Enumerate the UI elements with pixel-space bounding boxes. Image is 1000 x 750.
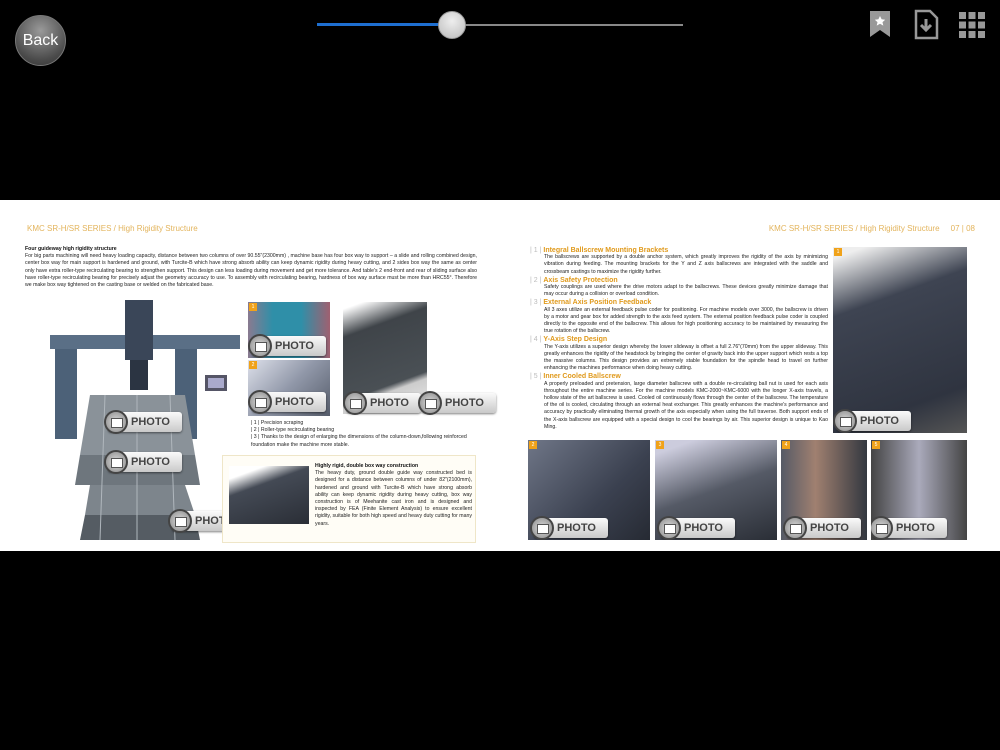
photo-icon bbox=[530, 516, 554, 540]
photo-button[interactable]: PHOTO bbox=[871, 516, 947, 540]
callout-body: The heavy duty, ground double guide way … bbox=[315, 470, 472, 527]
photo-icon bbox=[168, 509, 192, 533]
box-way-callout: Highly rigid, double box way constructio… bbox=[222, 455, 476, 543]
photo-icon bbox=[657, 516, 681, 540]
photo-position-feedback: 3 PHOTO bbox=[655, 440, 777, 540]
photo-roller-bearing: 2 PHOTO bbox=[248, 360, 330, 416]
photo-icon bbox=[343, 391, 367, 415]
photo-y-axis-step: 4 PHOTO bbox=[781, 440, 867, 540]
photo-icon bbox=[783, 516, 807, 540]
section-title: | 2 | Axis Safety Protection bbox=[530, 276, 618, 284]
photo-icon bbox=[248, 390, 272, 414]
section-title: | 1 | Integral Ballscrew Mounting Bracke… bbox=[530, 247, 669, 254]
photo-ballscrew-bracket: 1 PHOTO bbox=[833, 247, 967, 433]
photo-axis-safety: 2 PHOTO bbox=[528, 440, 650, 540]
left-intro: Four guideway high rigidity structure Fo… bbox=[25, 246, 477, 289]
back-button[interactable]: Back bbox=[15, 15, 66, 66]
photo-precision-scraping: 1 PHOTO bbox=[248, 302, 330, 358]
photo-button[interactable]: PHOTO bbox=[783, 516, 861, 540]
document-spread: KMC SR-H/SR SERIES / High Rigidity Struc… bbox=[0, 200, 1000, 551]
section-title: | 3 | External Axis Position Feedback bbox=[530, 299, 652, 307]
photo-icon bbox=[833, 409, 857, 433]
photo-icon bbox=[248, 334, 272, 358]
photo-icon bbox=[104, 450, 128, 474]
section-title: | 4 | Y-Axis Step Design bbox=[530, 336, 608, 344]
photo-button[interactable]: PHOTO bbox=[343, 391, 421, 415]
intro-paragraph: For big parts machining will need heavy … bbox=[25, 253, 477, 289]
photo-button[interactable]: PHOTO bbox=[418, 391, 496, 415]
left-page-header: KMC SR-H/SR SERIES / High Rigidity Struc… bbox=[27, 224, 198, 233]
photo-button[interactable]: PHOTO bbox=[104, 410, 182, 434]
photo-icon bbox=[418, 391, 442, 415]
feature-list: | 1 | Precision scraping | 2 | Roller-ty… bbox=[251, 420, 476, 449]
photo-box-way bbox=[229, 466, 309, 524]
bookmark-star-icon[interactable] bbox=[865, 8, 895, 40]
callout-title: Highly rigid, double box way constructio… bbox=[315, 463, 419, 469]
photo-icon bbox=[104, 410, 128, 434]
right-sections: | 1 | Integral Ballscrew Mounting Bracke… bbox=[530, 247, 828, 430]
section-heading: Four guideway high rigidity structure bbox=[25, 246, 117, 252]
photo-button[interactable]: PHOTO bbox=[104, 450, 182, 474]
photo-button[interactable]: PHOTO bbox=[657, 516, 735, 540]
photo-button[interactable]: PHOTO bbox=[530, 516, 608, 540]
page-slider-handle[interactable] bbox=[438, 11, 467, 39]
download-document-icon[interactable] bbox=[911, 8, 941, 40]
page-slider-fill bbox=[317, 23, 453, 26]
photo-button[interactable]: PHOTO bbox=[248, 334, 326, 358]
list-item: | 3 | Thanks to the design of enlarging … bbox=[251, 434, 467, 448]
grid-view-icon[interactable] bbox=[957, 8, 987, 40]
page-numbers: 07 | 08 bbox=[950, 224, 975, 233]
section-title: | 5 | Inner Cooled Ballscrew bbox=[530, 373, 621, 381]
right-page-header: KMC SR-H/SR SERIES / High Rigidity Struc… bbox=[768, 224, 975, 233]
list-item: | 1 | Precision scraping bbox=[251, 420, 304, 426]
photo-button[interactable]: PHOTO bbox=[248, 390, 326, 414]
list-item: | 2 | Roller-type recirculating bearing bbox=[251, 427, 335, 434]
photo-icon bbox=[871, 516, 893, 540]
photo-button[interactable]: PHOTO bbox=[833, 409, 911, 433]
photo-inner-cooled-ballscrew: 5 PHOTO bbox=[871, 440, 967, 540]
